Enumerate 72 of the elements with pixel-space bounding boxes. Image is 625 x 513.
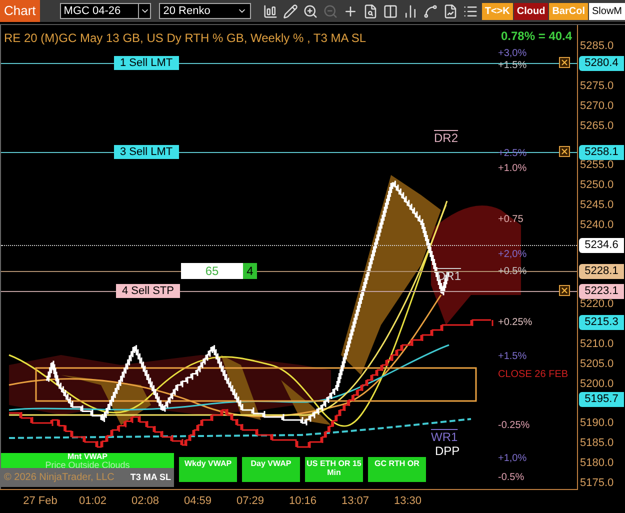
price-tag: 5215.3 [579,315,624,330]
level-label: +3,0% [498,47,527,61]
price-tick: 5185.0 [580,436,614,451]
pivot-label: DR2 [434,130,458,147]
column-chart-icon[interactable] [402,4,418,18]
app-label: Chart [0,0,40,22]
chart-title: RE 20 (M)GC May 13 GB, US Dy RTH % GB, Weekly % , T3 MA SL [4,30,366,47]
level-label: +0.75 [498,213,524,227]
level-label: +1.0% [498,162,527,176]
price-tick: 5180.0 [580,456,614,471]
close-order-icon[interactable] [559,57,570,68]
close-order-icon[interactable] [559,285,570,296]
toggle-button[interactable]: SlowM [588,2,625,20]
level-label: +2,0% [498,248,527,262]
strategy-label: T3 MA SL [130,470,171,484]
level-label: CLOSE 26 FEB [498,368,568,382]
columns-icon[interactable] [382,4,398,18]
price-tag: 5228.1 [579,264,624,279]
price-tag: 5195.7 [579,392,624,407]
price-tick: 5270.0 [580,99,614,114]
time-tick: 07:29 [235,494,266,510]
level-label: +0.25% [498,316,532,330]
price-tick: 5200.0 [580,377,614,392]
level-label: +1.5% [498,350,527,364]
toggle-button[interactable]: Cloud [514,2,548,20]
time-tick: 27 Feb [22,494,58,510]
pnl-readout: 65 [181,263,243,279]
pencil-icon[interactable] [282,4,298,18]
instrument-dropdown[interactable]: MGC 04-26 [60,3,152,19]
price-tick: 5220.0 [580,297,614,312]
status-text: Price Outside Clouds [45,461,130,469]
time-tick: 13:07 [340,494,370,510]
level-label: -0.25% [498,419,530,433]
time-tick: 02:08 [130,494,160,510]
document-search-icon[interactable] [362,4,378,18]
change-readout: 0.78% = 40.4 [501,28,572,45]
price-tick: 5190.0 [580,416,614,431]
order-label[interactable]: 3 Sell LMT [114,145,179,159]
level-label: +1,0% [498,452,527,466]
time-tick: 10:16 [288,494,318,510]
interval-dropdown[interactable]: 20 Renko [159,3,251,19]
price-tick: 5210.0 [580,337,614,352]
price-tick: 5240.0 [580,218,614,233]
close-order-icon[interactable] [559,146,570,157]
copyright-text: © 2026 NinjaTrader, LLC [4,471,114,485]
pivot-label: WR1 [431,429,458,446]
price-tag: 5223.1 [579,284,624,299]
time-tick: 13:30 [392,494,423,510]
price-tick: 5255.0 [580,158,614,173]
time-tick: 04:59 [182,494,213,510]
pivot-label: DPP [435,443,460,460]
price-tick: 5265.0 [580,119,614,134]
price-tick: 5205.0 [580,357,614,372]
crosshair-icon[interactable] [342,4,358,18]
spline-icon[interactable] [422,4,438,18]
price-tick: 5245.0 [580,198,614,213]
zoom-in-icon[interactable] [302,4,318,18]
list-icon[interactable] [462,4,478,18]
price-tick: 5175.0 [580,476,614,491]
order-label[interactable]: 4 Sell STP [116,284,180,298]
time-tick: 01:02 [78,494,108,510]
price-tick: 5275.0 [580,79,614,94]
price-tag: 5280.4 [579,56,624,71]
price-tick: 5250.0 [580,178,614,193]
order-label[interactable]: 1 Sell LMT [114,56,179,70]
price-tag: 5258.1 [579,145,624,160]
price-tick: 5285.0 [580,39,614,54]
chart-document-icon[interactable] [442,4,458,18]
price-tag: 5234.6 [579,238,624,253]
bar-chart-icon[interactable] [262,4,278,18]
quantity-readout: 4 [243,263,257,279]
level-label: -0.5% [498,471,524,485]
